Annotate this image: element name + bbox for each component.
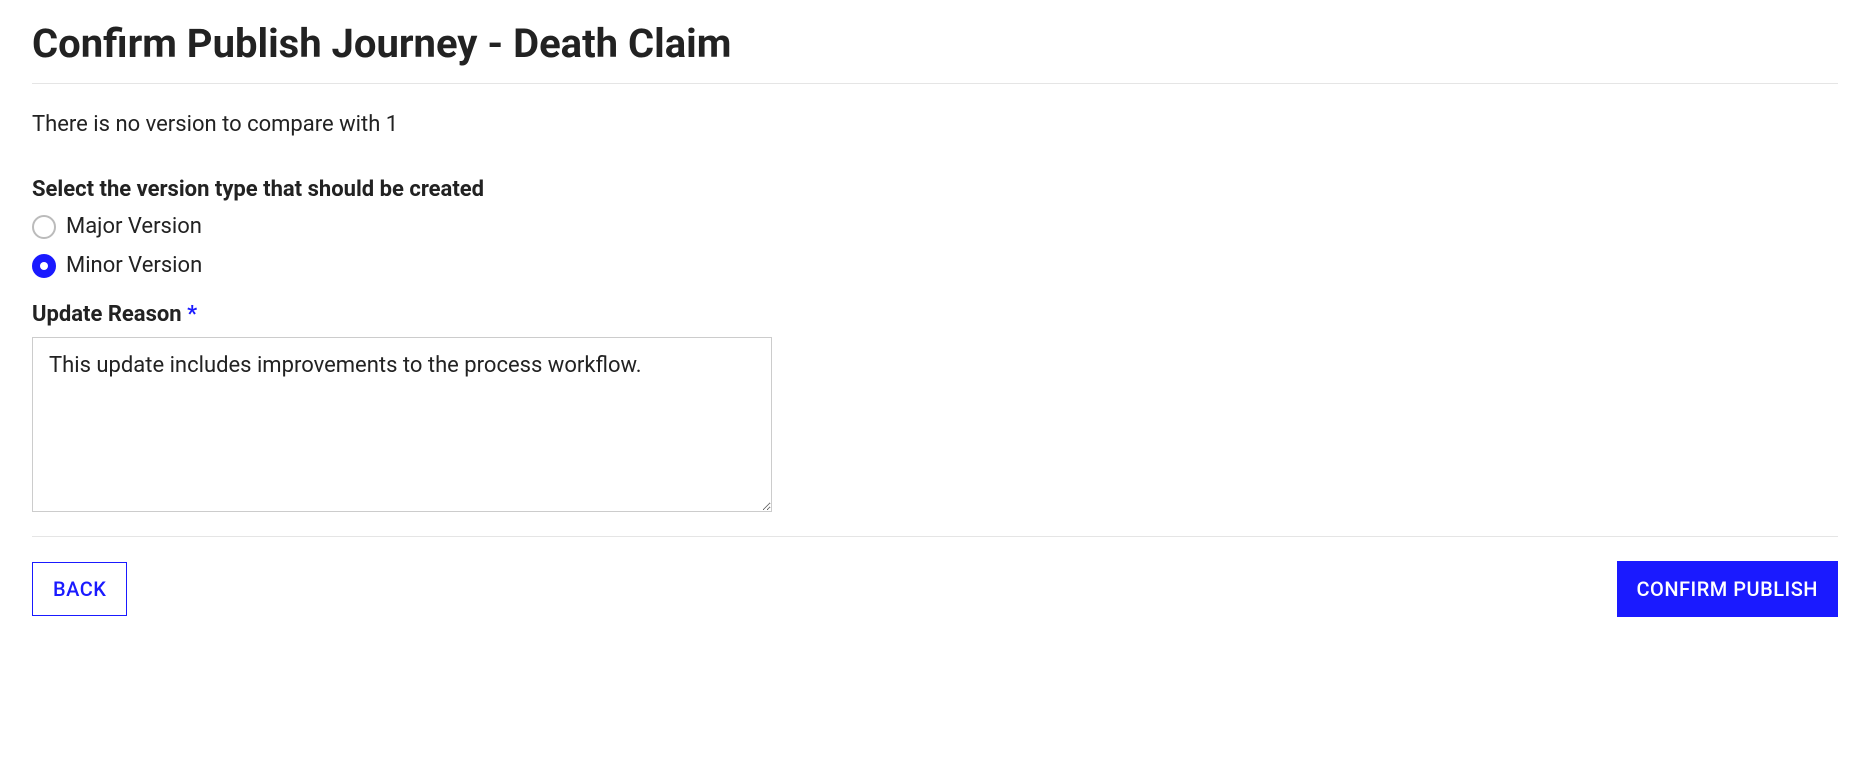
update-reason-label: Update Reason * bbox=[32, 302, 1838, 327]
version-type-radio-group: Major Version Minor Version bbox=[32, 214, 1838, 278]
footer-divider bbox=[32, 536, 1838, 537]
major-version-option[interactable]: Major Version bbox=[32, 214, 1838, 239]
confirm-publish-button[interactable]: CONFIRM PUBLISH bbox=[1617, 561, 1839, 617]
minor-version-option[interactable]: Minor Version bbox=[32, 253, 1838, 278]
version-type-label: Select the version type that should be c… bbox=[32, 177, 1838, 202]
radio-icon bbox=[32, 215, 56, 239]
button-row: BACK CONFIRM PUBLISH bbox=[32, 561, 1838, 617]
radio-icon bbox=[32, 254, 56, 278]
page-title: Confirm Publish Journey - Death Claim bbox=[32, 20, 1838, 67]
no-version-compare-text: There is no version to compare with 1 bbox=[32, 112, 1838, 137]
update-reason-label-text: Update Reason bbox=[32, 302, 182, 327]
header-divider bbox=[32, 83, 1838, 84]
update-reason-textarea[interactable] bbox=[32, 337, 772, 512]
minor-version-label: Minor Version bbox=[66, 253, 202, 278]
back-button[interactable]: BACK bbox=[32, 562, 127, 616]
major-version-label: Major Version bbox=[66, 214, 202, 239]
required-asterisk: * bbox=[187, 302, 197, 327]
